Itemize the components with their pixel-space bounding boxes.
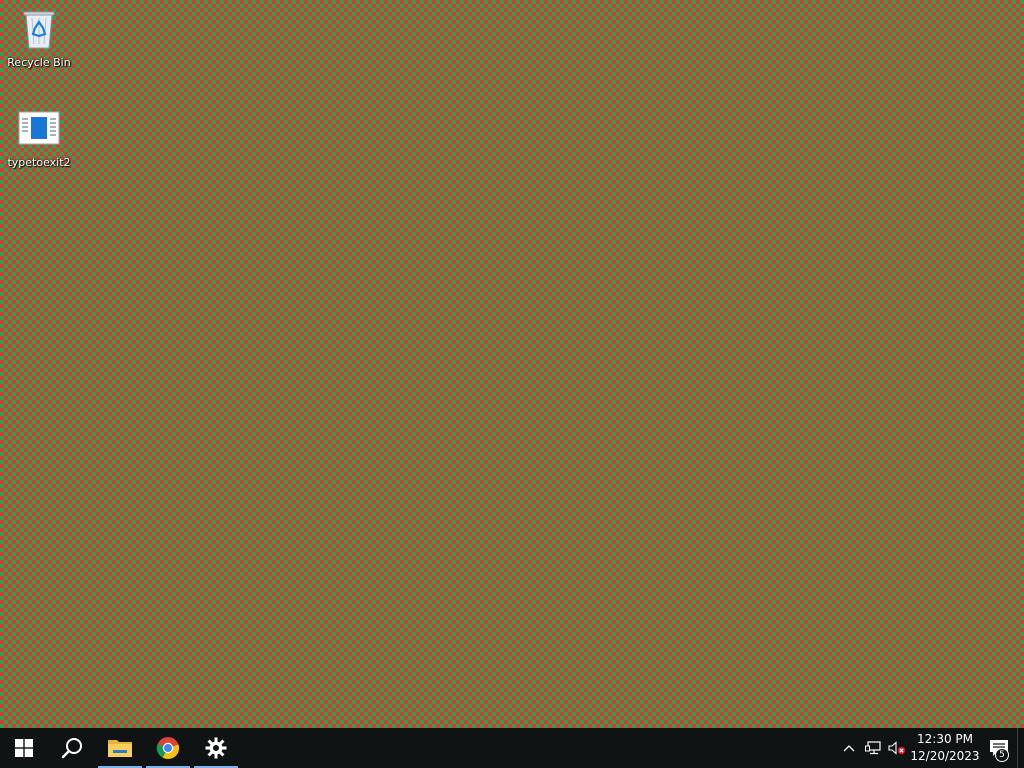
typetoexit2-shortcut[interactable]: typetoexit2 [1,106,77,178]
file-explorer-button[interactable] [96,728,144,768]
notification-count-badge: 5 [995,748,1009,762]
gear-icon [205,737,227,759]
typetoexit2-label: typetoexit2 [7,156,71,169]
desktop[interactable]: Recycle Bin typetoexit2 [0,0,1024,728]
system-tray: 12:30 PM 12/20/2023 5 [837,728,1024,768]
show-hidden-icons-button[interactable] [837,728,861,768]
recycle-bin-icon [17,6,61,50]
volume-muted-icon [888,741,906,755]
recycle-bin-label: Recycle Bin [7,56,71,69]
application-file-icon [17,106,61,150]
folder-icon [108,740,132,757]
search-icon [61,738,82,759]
show-desktop-button[interactable] [1017,728,1024,768]
start-button[interactable] [0,728,48,768]
volume-button[interactable] [885,728,909,768]
taskbar: 12:30 PM 12/20/2023 5 [0,728,1024,768]
chevron-up-icon [843,745,855,752]
network-button[interactable] [861,728,885,768]
clock-time: 12:30 PM [917,732,973,746]
settings-button[interactable] [192,728,240,768]
recycle-bin-shortcut[interactable]: Recycle Bin [1,6,77,78]
search-button[interactable] [48,728,96,768]
windows-start-icon [15,739,33,757]
chrome-button[interactable] [144,728,192,768]
network-icon [865,741,881,755]
clock-date: 12/20/2023 [910,749,980,763]
clock[interactable]: 12:30 PM 12/20/2023 [909,728,981,768]
action-center-button[interactable]: 5 [981,728,1017,768]
chrome-icon [156,737,180,760]
